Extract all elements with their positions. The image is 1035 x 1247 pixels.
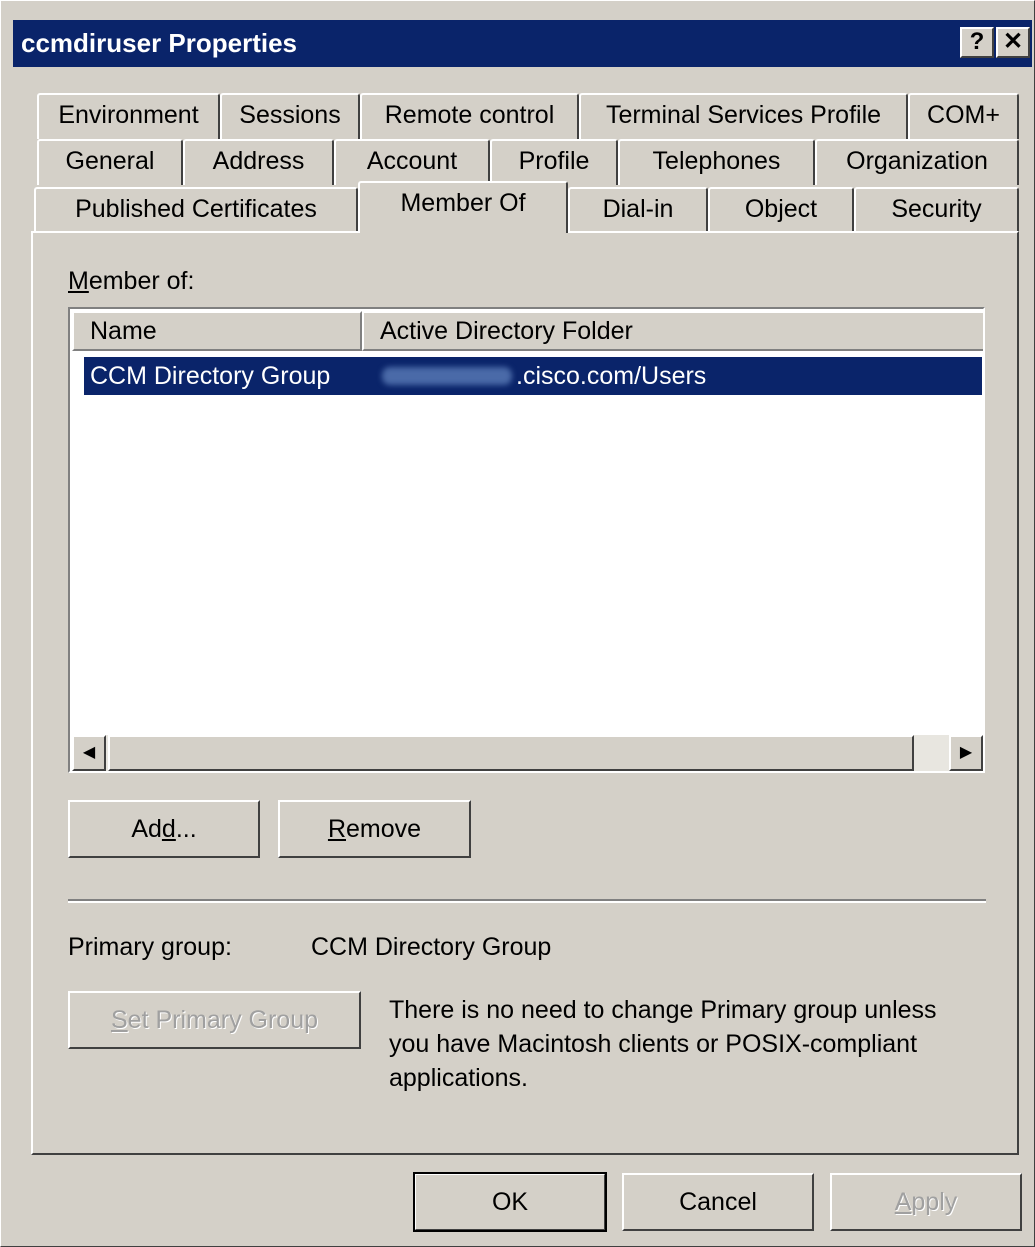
remove-button[interactable]: Remove [278, 800, 471, 858]
apply-button[interactable]: Apply [830, 1173, 1022, 1231]
properties-dialog: ccmdiruser Properties ? ✕ Environment Se… [0, 0, 1035, 1247]
folder-cell: .cisco.com/Users [516, 362, 707, 390]
add-button-mnemonic: d [161, 815, 176, 843]
separator-line [68, 899, 986, 903]
add-button[interactable]: Add... [68, 800, 260, 858]
title-bar[interactable]: ccmdiruser Properties ? ✕ [13, 20, 1032, 67]
apply-button-mnemonic: A [894, 1188, 912, 1216]
tab-published-certificates[interactable]: Published Certificates [34, 187, 358, 233]
primary-group-value: CCM Directory Group [311, 933, 552, 961]
add-button-text-a: Ad [131, 815, 162, 843]
tab-object[interactable]: Object [708, 187, 854, 233]
tab-member-of[interactable]: Member Of [358, 181, 568, 233]
blurred-domain-prefix [382, 367, 512, 385]
remove-button-mnemonic: R [327, 815, 346, 843]
tab-environment[interactable]: Environment [37, 93, 220, 139]
horizontal-scrollbar[interactable]: ◀ ▶ [72, 735, 983, 771]
scrollbar-thumb[interactable] [108, 735, 914, 771]
window-title: ccmdiruser Properties [21, 28, 298, 58]
tab-organization[interactable]: Organization [815, 139, 1019, 185]
add-button-text-b: ... [175, 815, 197, 843]
tab-security[interactable]: Security [854, 187, 1019, 233]
tab-remote-control[interactable]: Remote control [360, 93, 579, 139]
scroll-right-icon[interactable]: ▶ [949, 735, 983, 771]
member-of-label-mnemonic: M [68, 267, 89, 295]
member-of-label: Member of: [68, 267, 194, 296]
note-line-3: applications. [389, 1064, 528, 1092]
set-primary-group-mnemonic: S [110, 1006, 128, 1034]
primary-group-note: There is no need to change Primary group… [389, 993, 937, 1095]
apply-button-text: pply [911, 1188, 958, 1216]
note-line-2: you have Macintosh clients or POSIX-comp… [389, 1030, 918, 1058]
member-of-list[interactable]: Name Active Directory Folder CCM Directo… [68, 307, 985, 773]
group-name-cell: CCM Directory Group [90, 362, 331, 390]
member-of-list-body: Name Active Directory Folder CCM Directo… [72, 311, 983, 771]
tab-account[interactable]: Account [334, 139, 490, 185]
column-header-name[interactable]: Name [72, 311, 362, 351]
close-icon[interactable]: ✕ [996, 27, 1030, 58]
set-primary-group-text: et Primary Group [127, 1006, 319, 1034]
note-line-1: There is no need to change Primary group… [389, 996, 937, 1024]
tab-general[interactable]: General [37, 139, 183, 185]
ok-button[interactable]: OK [413, 1172, 607, 1232]
remove-button-text: emove [346, 815, 422, 843]
cancel-button[interactable]: Cancel [622, 1173, 814, 1231]
tab-dial-in[interactable]: Dial-in [568, 187, 708, 233]
column-header-folder[interactable]: Active Directory Folder [362, 311, 983, 351]
tab-telephones[interactable]: Telephones [618, 139, 815, 185]
help-button[interactable]: ? [960, 27, 994, 58]
set-primary-group-button[interactable]: Set Primary Group [68, 991, 361, 1049]
member-of-label-text: ember of: [88, 267, 195, 295]
tab-address[interactable]: Address [183, 139, 334, 185]
primary-group-label: Primary group: [68, 933, 232, 961]
tab-sessions[interactable]: Sessions [220, 93, 360, 139]
tab-profile[interactable]: Profile [490, 139, 618, 185]
scroll-left-icon[interactable]: ◀ [72, 735, 106, 771]
table-row[interactable]: CCM Directory Group .cisco.com/Users [84, 357, 982, 395]
tab-terminal-services-profile[interactable]: Terminal Services Profile [579, 93, 908, 139]
tab-com-plus[interactable]: COM+ [908, 93, 1019, 139]
